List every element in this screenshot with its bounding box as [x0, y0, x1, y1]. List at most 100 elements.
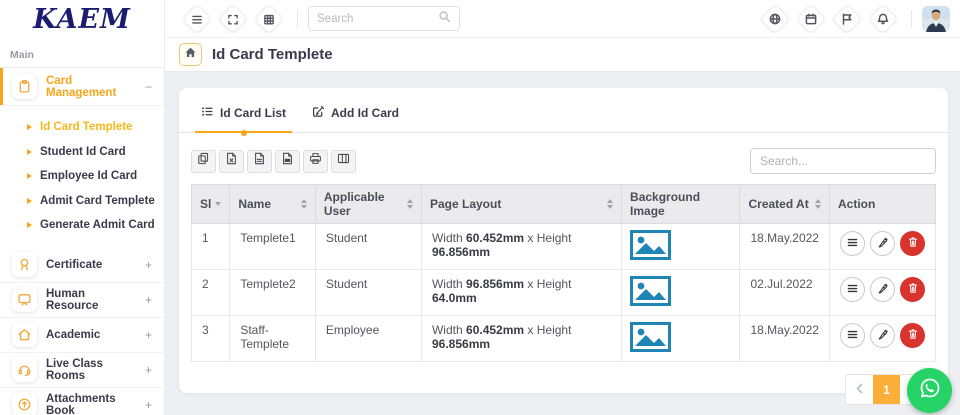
sort-icon — [407, 199, 413, 209]
calendar-icon — [805, 13, 817, 25]
submenu-label: Admit Card Templete — [40, 195, 155, 207]
sidebar-group-label: Certificate — [46, 259, 136, 271]
cell-user: Student — [315, 224, 421, 270]
search-icon — [438, 10, 451, 28]
table-search-input[interactable] — [760, 154, 926, 168]
calendar-button[interactable] — [795, 3, 826, 34]
expand-icon[interactable]: + — [145, 293, 154, 307]
sidebar-item-generate-admit-card[interactable]: Generate Admit Card — [27, 213, 164, 238]
expand-icon[interactable]: + — [145, 328, 154, 342]
table-row: 2 Templete2 Student Width 96.856mm x Hei… — [192, 270, 936, 316]
notifications-button[interactable] — [867, 3, 898, 34]
header-sl[interactable]: Sl — [192, 185, 230, 224]
sidebar-item-academic[interactable]: Academic + — [0, 318, 164, 353]
header-created-at[interactable]: Created At — [740, 185, 830, 224]
prev-page-button[interactable] — [846, 375, 873, 404]
sidebar-item-employee-id-card[interactable]: Employee Id Card — [27, 164, 164, 189]
header-name[interactable]: Name — [230, 185, 316, 224]
delete-button[interactable] — [900, 323, 925, 348]
excel-export-button[interactable] — [219, 150, 244, 173]
cell-name: Staff-Templete — [230, 316, 316, 362]
flag-button[interactable] — [831, 3, 862, 34]
header-page-layout[interactable]: Page Layout — [421, 185, 621, 224]
cell-created-at: 18.May.2022 — [740, 224, 830, 270]
details-button[interactable] — [840, 277, 865, 302]
clipboard-icon — [12, 74, 37, 99]
sidebar-item-admit-card-templete[interactable]: Admit Card Templete — [27, 189, 164, 214]
caret-icon — [27, 124, 32, 130]
table-row: 1 Templete1 Student Width 60.452mm x Hei… — [192, 224, 936, 270]
expand-icon[interactable]: + — [145, 363, 154, 377]
page-number-button[interactable]: 1 — [873, 375, 900, 404]
attachments-icon — [12, 392, 37, 415]
home-button[interactable] — [179, 43, 202, 66]
delete-button[interactable] — [900, 231, 925, 256]
cell-background-image[interactable] — [622, 224, 740, 270]
sidebar-group-label: Human Resource — [46, 288, 136, 312]
sidebar-group-label: Academic — [46, 329, 136, 341]
global-search[interactable] — [308, 6, 460, 31]
details-icon — [847, 237, 858, 251]
copy-button[interactable] — [191, 150, 216, 173]
print-button[interactable] — [303, 150, 328, 173]
app-root: KAEM Main Card Management − Id Card Temp… — [0, 0, 960, 415]
expand-icon[interactable]: + — [145, 398, 154, 412]
topbar-divider — [297, 10, 298, 28]
cell-sl: 2 — [192, 270, 230, 316]
certificate-icon — [12, 252, 37, 277]
tab-add-id-card[interactable]: Add Id Card — [312, 105, 399, 132]
fullscreen-button[interactable] — [217, 3, 248, 34]
edit-button[interactable] — [870, 231, 895, 256]
edit-icon — [312, 105, 325, 121]
image-icon[interactable] — [630, 249, 671, 263]
edit-button[interactable] — [870, 323, 895, 348]
cell-sl: 3 — [192, 316, 230, 362]
caret-icon — [27, 149, 32, 155]
sidebar-item-attachments-book[interactable]: Attachments Book + — [0, 388, 164, 415]
image-icon[interactable] — [630, 341, 671, 355]
cell-name: Templete1 — [230, 224, 316, 270]
live-class-icon — [12, 357, 37, 382]
cell-background-image[interactable] — [622, 270, 740, 316]
edit-button[interactable] — [870, 277, 895, 302]
sidebar-item-card-management[interactable]: Card Management − — [0, 68, 164, 106]
sidebar-group-label: Live Class Rooms — [46, 358, 136, 382]
table-search[interactable] — [750, 148, 936, 174]
cell-background-image[interactable] — [622, 316, 740, 362]
human-resource-icon — [12, 287, 37, 312]
collapse-icon[interactable]: − — [145, 80, 154, 94]
header-applicable-user[interactable]: Applicable User — [315, 185, 421, 224]
home-icon — [184, 46, 197, 64]
tab-id-card-list[interactable]: Id Card List — [201, 105, 286, 132]
trash-icon — [907, 282, 919, 297]
id-card-table: Sl Name Applicable User Page Layout Back… — [191, 184, 936, 362]
delete-button[interactable] — [900, 277, 925, 302]
column-visibility-button[interactable] — [331, 150, 356, 173]
table-header-row: Sl Name Applicable User Page Layout Back… — [192, 185, 936, 224]
brand-logo[interactable]: KAEM — [0, 0, 164, 35]
details-button[interactable] — [840, 231, 865, 256]
sidebar-item-id-card-templete[interactable]: Id Card Templete — [27, 115, 164, 140]
trash-icon — [907, 328, 919, 343]
sort-icon — [301, 199, 307, 209]
global-search-input[interactable] — [317, 13, 432, 25]
sidebar-item-live-class-rooms[interactable]: Live Class Rooms + — [0, 353, 164, 388]
breadcrumb: Id Card Templete — [165, 38, 960, 72]
csv-export-button[interactable] — [247, 150, 272, 173]
user-avatar[interactable] — [922, 6, 950, 32]
sidebar-item-student-id-card[interactable]: Student Id Card — [27, 140, 164, 165]
menu-toggle-button[interactable] — [181, 3, 212, 34]
pdf-export-button[interactable] — [275, 150, 300, 173]
expand-icon[interactable]: + — [145, 258, 154, 272]
trash-icon — [907, 236, 919, 251]
list-icon — [201, 105, 214, 121]
apps-grid-button[interactable] — [253, 3, 284, 34]
sidebar-item-certificate[interactable]: Certificate + — [0, 248, 164, 283]
sidebar-group-label: Card Management — [46, 75, 136, 99]
sidebar-item-human-resource[interactable]: Human Resource + — [0, 283, 164, 318]
whatsapp-button[interactable] — [907, 368, 952, 413]
details-button[interactable] — [840, 323, 865, 348]
pen-icon — [877, 236, 889, 251]
language-button[interactable] — [759, 3, 790, 34]
image-icon[interactable] — [630, 295, 671, 309]
